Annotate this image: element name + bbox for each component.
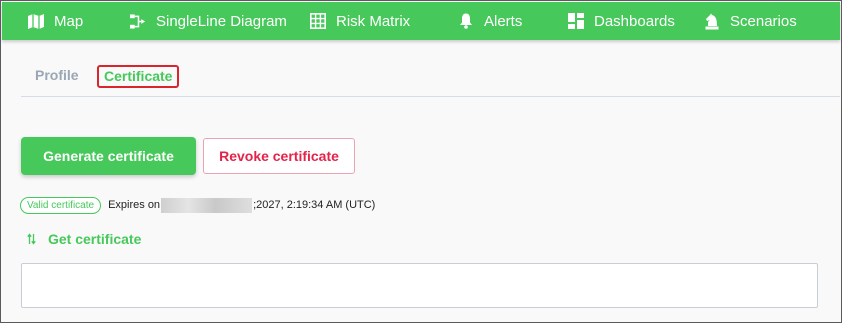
- get-certificate-link[interactable]: Get certificate: [27, 230, 141, 248]
- map-icon: [28, 13, 44, 29]
- redacted-date: [161, 197, 253, 213]
- nav-item-singleline-diagram[interactable]: SingleLine Diagram: [130, 2, 287, 40]
- get-certificate-label: Get certificate: [48, 231, 142, 247]
- chess-knight-icon: [704, 13, 720, 29]
- revoke-certificate-button[interactable]: Revoke certificate: [203, 138, 355, 174]
- certificate-output-field[interactable]: [21, 263, 818, 308]
- nav-item-label: Alerts: [484, 12, 523, 30]
- nav-item-label: Scenarios: [730, 12, 797, 30]
- tab-certificate[interactable]: Certificate: [97, 65, 180, 88]
- top-navigation: Map SingleLine Diagram Risk Matrix Alert…: [2, 2, 840, 40]
- expires-suffix: ;2027, 2:19:34 AM (UTC): [253, 199, 376, 211]
- generate-certificate-button[interactable]: Generate certificate: [21, 137, 196, 175]
- dashboard-icon: [568, 13, 584, 29]
- nav-item-label: Map: [54, 12, 84, 30]
- nav-item-risk-matrix[interactable]: Risk Matrix: [310, 2, 410, 40]
- nav-item-scenarios[interactable]: Scenarios: [704, 2, 797, 40]
- nav-item-label: Dashboards: [594, 12, 675, 30]
- app-frame: Map SingleLine Diagram Risk Matrix Alert…: [0, 0, 842, 323]
- sort-arrows-icon: [27, 233, 36, 245]
- certificate-status: Valid certificate Expires on ;2027, 2:19…: [20, 195, 375, 215]
- tab-profile[interactable]: Profile: [35, 67, 79, 83]
- nav-item-alerts[interactable]: Alerts: [458, 2, 522, 40]
- bell-icon: [458, 13, 474, 29]
- nav-item-dashboards[interactable]: Dashboards: [568, 2, 675, 40]
- nav-item-map[interactable]: Map: [28, 2, 83, 40]
- nav-item-label: SingleLine Diagram: [156, 12, 287, 30]
- diagram-icon: [130, 13, 146, 29]
- nav-item-label: Risk Matrix: [336, 12, 411, 30]
- expires-prefix: Expires on: [108, 199, 161, 211]
- grid-icon: [310, 13, 326, 29]
- status-badge: Valid certificate: [20, 196, 102, 214]
- profile-tabs: Profile Certificate: [21, 61, 840, 97]
